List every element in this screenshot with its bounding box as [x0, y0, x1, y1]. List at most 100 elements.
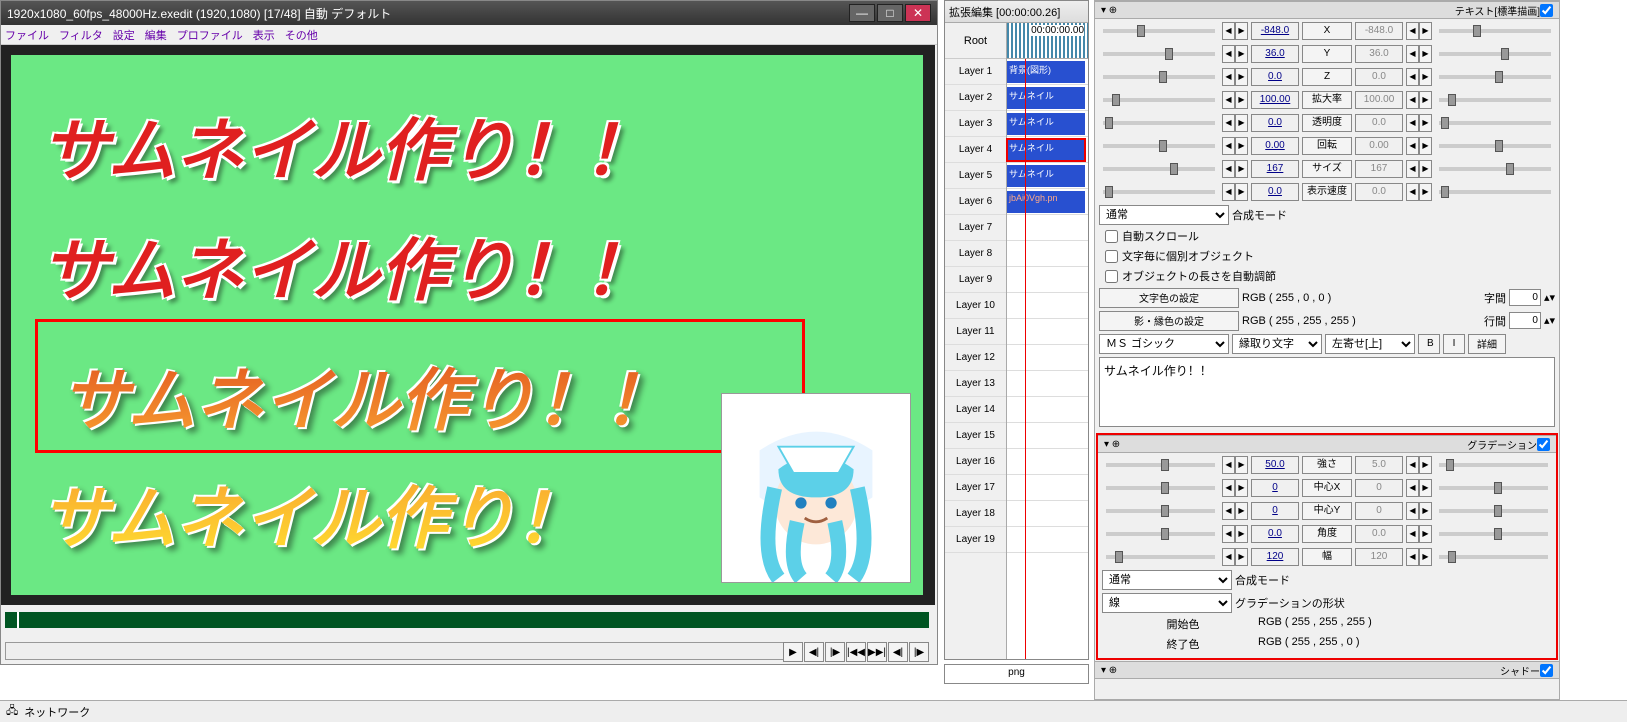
- text-section-header[interactable]: ▾ ⊕ テキスト[標準描画]: [1095, 1, 1559, 19]
- inc-button[interactable]: ▶: [1235, 479, 1248, 497]
- inc-button[interactable]: ▶: [1235, 525, 1248, 543]
- dec-button[interactable]: ◀: [1222, 548, 1235, 566]
- blend-mode-select[interactable]: 通常: [1099, 205, 1229, 225]
- inc-button[interactable]: ▶: [1419, 548, 1432, 566]
- slider[interactable]: [1103, 98, 1215, 102]
- dec-button[interactable]: ◀: [1406, 22, 1419, 40]
- slider[interactable]: [1103, 29, 1215, 33]
- menu-view[interactable]: 表示: [253, 27, 275, 43]
- param-value-right[interactable]: 5.0: [1355, 456, 1403, 474]
- text-input[interactable]: サムネイル作り！！: [1099, 357, 1555, 427]
- dec-button[interactable]: ◀: [1222, 114, 1235, 132]
- param-label[interactable]: 角度: [1302, 525, 1352, 543]
- italic-button[interactable]: I: [1443, 334, 1465, 354]
- param-label[interactable]: Y: [1302, 45, 1352, 63]
- autoscroll-check[interactable]: [1105, 230, 1118, 243]
- clip[interactable]: サムネイル: [1007, 113, 1085, 135]
- next-frame-button[interactable]: |▶: [825, 642, 845, 662]
- titlebar[interactable]: 1920x1080_60fps_48000Hz.exedit (1920,108…: [1, 1, 937, 25]
- param-value-right[interactable]: 0: [1355, 502, 1403, 520]
- layer-name[interactable]: Layer 13: [945, 371, 1006, 397]
- param-value-left[interactable]: 0.0: [1251, 114, 1299, 132]
- dec-button[interactable]: ◀: [1406, 137, 1419, 155]
- font-select[interactable]: ＭＳ ゴシック: [1099, 334, 1229, 354]
- inc-button[interactable]: ▶: [1419, 91, 1432, 109]
- param-value-right[interactable]: 0.0: [1355, 68, 1403, 86]
- param-label[interactable]: X: [1302, 22, 1352, 40]
- layer-name[interactable]: Layer 8: [945, 241, 1006, 267]
- inc-button[interactable]: ▶: [1235, 137, 1248, 155]
- scrollbar-horizontal[interactable]: [5, 642, 795, 660]
- dec-button[interactable]: ◀: [1406, 91, 1419, 109]
- param-value-right[interactable]: -848.0: [1355, 22, 1403, 40]
- grad-shape-select[interactable]: 線: [1102, 593, 1232, 613]
- track-row[interactable]: 背景(図形): [1007, 59, 1088, 85]
- slider[interactable]: [1439, 98, 1551, 102]
- layer-name[interactable]: Layer 18: [945, 501, 1006, 527]
- dec-button[interactable]: ◀: [1222, 502, 1235, 520]
- gradation-header[interactable]: ▾ ⊕ グラデーション: [1098, 435, 1556, 453]
- layer-tracks[interactable]: 00:00:00.00 背景(図形)サムネイルサムネイルサムネイルサムネイルjb…: [1007, 23, 1088, 659]
- inc-button[interactable]: ▶: [1419, 183, 1432, 201]
- dec-button[interactable]: ◀: [1406, 45, 1419, 63]
- inc-button[interactable]: ▶: [1235, 114, 1248, 132]
- shadow-color-button[interactable]: 影・縁色の設定: [1099, 311, 1239, 331]
- layer-name[interactable]: Layer 7: [945, 215, 1006, 241]
- slider[interactable]: [1439, 509, 1548, 513]
- menu-filter[interactable]: フィルタ: [59, 27, 103, 43]
- end-color-btn[interactable]: 終了色: [1108, 636, 1258, 652]
- param-label[interactable]: 中心X: [1302, 479, 1352, 497]
- step-back-button[interactable]: ◀|: [888, 642, 908, 662]
- inc-button[interactable]: ▶: [1235, 548, 1248, 566]
- dec-button[interactable]: ◀: [1222, 183, 1235, 201]
- layer-name[interactable]: Layer 4: [945, 137, 1006, 163]
- param-label[interactable]: 中心Y: [1302, 502, 1352, 520]
- menu-settings[interactable]: 設定: [113, 27, 135, 43]
- dec-button[interactable]: ◀: [1222, 479, 1235, 497]
- ruler[interactable]: 00:00:00.00: [1007, 23, 1088, 59]
- menu-other[interactable]: その他: [285, 27, 318, 43]
- play-button[interactable]: ▶: [783, 642, 803, 662]
- slider[interactable]: [1106, 532, 1215, 536]
- close-button[interactable]: ✕: [905, 4, 931, 22]
- perchar-check[interactable]: [1105, 250, 1118, 263]
- align-select[interactable]: 左寄せ[上]: [1325, 334, 1415, 354]
- root-label[interactable]: Root: [945, 23, 1006, 59]
- layer-name[interactable]: Layer 11: [945, 319, 1006, 345]
- dec-button[interactable]: ◀: [1406, 114, 1419, 132]
- inc-button[interactable]: ▶: [1419, 479, 1432, 497]
- layer-name[interactable]: Layer 12: [945, 345, 1006, 371]
- dec-button[interactable]: ◀: [1406, 456, 1419, 474]
- param-label[interactable]: 強さ: [1302, 456, 1352, 474]
- layer-name[interactable]: Layer 14: [945, 397, 1006, 423]
- param-value-left[interactable]: 50.0: [1251, 456, 1299, 474]
- inc-button[interactable]: ▶: [1419, 502, 1432, 520]
- file-tab[interactable]: png: [944, 664, 1089, 684]
- clip[interactable]: サムネイル: [1007, 139, 1085, 161]
- param-value-left[interactable]: 0.0: [1251, 183, 1299, 201]
- goto-end-button[interactable]: ▶▶|: [867, 642, 887, 662]
- autolen-check[interactable]: [1105, 270, 1118, 283]
- inc-button[interactable]: ▶: [1235, 183, 1248, 201]
- clip[interactable]: 背景(図形): [1007, 61, 1085, 83]
- param-value-right[interactable]: 100.00: [1355, 91, 1403, 109]
- param-value-left[interactable]: 0.0: [1251, 68, 1299, 86]
- param-value-right[interactable]: 120: [1355, 548, 1403, 566]
- dec-button[interactable]: ◀: [1406, 183, 1419, 201]
- param-label[interactable]: サイズ: [1302, 160, 1352, 178]
- dec-button[interactable]: ◀: [1222, 22, 1235, 40]
- track-row[interactable]: サムネイル: [1007, 111, 1088, 137]
- track-row[interactable]: [1007, 345, 1088, 371]
- dec-button[interactable]: ◀: [1406, 68, 1419, 86]
- inc-button[interactable]: ▶: [1419, 45, 1432, 63]
- slider[interactable]: [1439, 463, 1548, 467]
- param-value-left[interactable]: 0.00: [1251, 137, 1299, 155]
- track-row[interactable]: [1007, 527, 1088, 553]
- spacing-input[interactable]: [1509, 289, 1541, 306]
- track-row[interactable]: [1007, 475, 1088, 501]
- inc-button[interactable]: ▶: [1419, 456, 1432, 474]
- track-row[interactable]: [1007, 449, 1088, 475]
- shadow-enable[interactable]: [1540, 664, 1553, 677]
- slider[interactable]: [1439, 532, 1548, 536]
- param-value-right[interactable]: 0.0: [1355, 114, 1403, 132]
